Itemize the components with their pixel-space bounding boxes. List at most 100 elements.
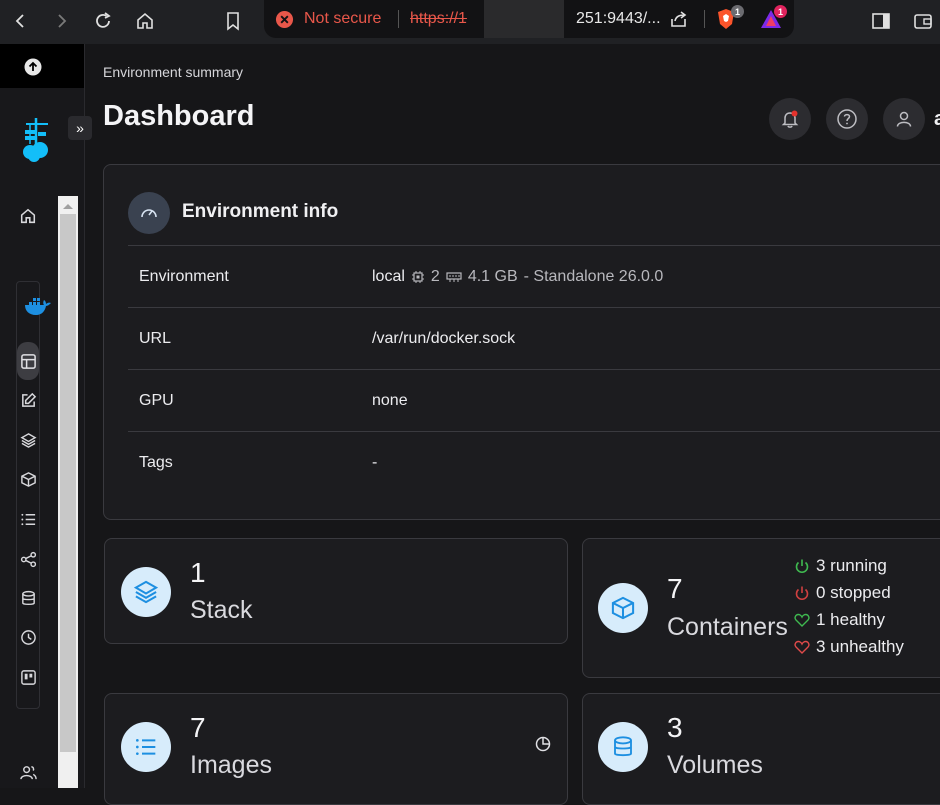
- browser-toolbar: Not secure https://1 251:9443/... 1 1: [0, 0, 940, 44]
- reload-button[interactable]: [90, 8, 116, 34]
- containers-tile[interactable]: 7 Containers 3 running 0 stopped 1 healt…: [582, 538, 940, 678]
- images-label: Images: [190, 751, 272, 779]
- address-bar[interactable]: Not secure https://1 251:9443/... 1 1: [264, 0, 794, 38]
- stack-count: 1: [190, 557, 206, 588]
- volumes-label: Volumes: [667, 751, 763, 779]
- upgrade-banner[interactable]: [0, 44, 84, 88]
- stopped-status: 0 stopped: [794, 583, 891, 603]
- bookmark-icon: [227, 12, 239, 31]
- running-status: 3 running: [794, 556, 887, 576]
- layers-icon: [19, 432, 37, 448]
- users-icon: [19, 765, 37, 779]
- omnibox-divider: [398, 10, 399, 28]
- user-menu-button[interactable]: [883, 98, 925, 140]
- cpu-icon: [411, 271, 424, 283]
- security-label: Not secure: [304, 10, 382, 27]
- scroll-up-arrow-icon[interactable]: [62, 202, 74, 210]
- wallet-button[interactable]: [910, 8, 936, 34]
- edit-icon: [21, 392, 36, 407]
- username-label[interactable]: a: [934, 108, 940, 131]
- chevron-right-icon: [58, 14, 67, 28]
- containers-label: Containers: [667, 613, 788, 641]
- cpu-count: 2: [430, 268, 440, 285]
- env-row-url: URL /var/run/docker.sock: [128, 307, 940, 370]
- stack-tile[interactable]: 1 Stack: [104, 538, 568, 644]
- sidebar-item-users[interactable]: [18, 762, 38, 782]
- sidebar-item-home[interactable]: [18, 206, 38, 226]
- share-icon[interactable]: [669, 9, 689, 29]
- env-row-environment: Environment local 2 4.1 GB - Standalone …: [128, 245, 940, 308]
- row-key: URL: [139, 330, 172, 347]
- power-icon: [795, 559, 809, 574]
- row-key: Environment: [139, 268, 229, 285]
- card-title: Environment info: [182, 201, 339, 222]
- home-button[interactable]: [132, 8, 158, 34]
- bookmark-button[interactable]: [220, 8, 246, 34]
- box-icon: [598, 583, 648, 633]
- database-icon: [598, 722, 648, 772]
- database-icon: [21, 590, 35, 605]
- row-key: Tags: [139, 454, 173, 471]
- memory-icon: [446, 272, 462, 282]
- gauge-icon: [128, 192, 170, 234]
- sidebar-item-dashboard[interactable]: [18, 351, 38, 371]
- volumes-count: 3: [667, 712, 683, 743]
- sidebar-toggle-button[interactable]: [868, 8, 894, 34]
- help-button[interactable]: [826, 98, 868, 140]
- breadcrumb: Environment summary: [103, 64, 244, 80]
- images-count: 7: [190, 712, 206, 743]
- row-value: none: [372, 392, 408, 409]
- sidebar-item-images[interactable]: [18, 509, 38, 529]
- power-icon: [795, 586, 809, 601]
- sidebar-item-volumes[interactable]: [18, 588, 38, 608]
- stack-label: Stack: [190, 596, 253, 624]
- row-value: -: [372, 454, 378, 471]
- notifications-button[interactable]: [769, 98, 811, 140]
- board-icon: [20, 669, 36, 685]
- reload-icon: [96, 12, 111, 28]
- row-value: /var/run/docker.sock: [372, 330, 516, 347]
- row-value: local 2 4.1 GB - Standalone 26.0.0: [372, 268, 663, 286]
- back-button[interactable]: [8, 8, 34, 34]
- sidebar-item-templates[interactable]: [18, 390, 38, 410]
- environment-detail: - Standalone 26.0.0: [523, 268, 664, 285]
- url-redaction: [484, 0, 564, 38]
- docker-environment-icon[interactable]: [24, 296, 52, 316]
- brave-badge: 1: [731, 5, 744, 18]
- images-tile[interactable]: 7 Images: [104, 693, 568, 805]
- sidebar-expand-button[interactable]: »: [68, 116, 92, 140]
- list-icon: [20, 513, 35, 525]
- sidebar-item-networks[interactable]: [18, 549, 38, 569]
- omnibox-divider: [704, 10, 705, 28]
- url-scheme: https://1: [410, 10, 467, 27]
- environment-name: local: [372, 268, 405, 285]
- share-network-icon: [20, 551, 36, 567]
- sidebar-panel-icon: [872, 13, 890, 29]
- chevron-left-icon: [15, 14, 24, 28]
- sidebar-item-events[interactable]: [18, 627, 38, 647]
- wallet-icon: [914, 14, 932, 29]
- rewards-badge: 1: [774, 5, 787, 18]
- sidebar-item-containers[interactable]: [18, 469, 38, 489]
- layers-icon: [121, 567, 171, 617]
- sidebar-item-stacks[interactable]: [18, 430, 38, 450]
- containers-count: 7: [667, 573, 683, 604]
- healthy-status: 1 healthy: [794, 610, 885, 630]
- dashboard-layout-icon: [20, 353, 36, 369]
- box-icon: [20, 471, 36, 487]
- env-row-tags: Tags -: [128, 431, 940, 494]
- sidebar-scrollbar-thumb[interactable]: [60, 214, 76, 752]
- double-chevron-right-icon: »: [76, 120, 84, 136]
- sidebar-item-host[interactable]: [18, 667, 38, 687]
- portainer-logo-icon[interactable]: [20, 116, 54, 162]
- arrow-up-circle-icon: [24, 58, 42, 76]
- forward-button[interactable]: [48, 8, 74, 34]
- home-icon: [20, 208, 36, 224]
- memory-size: 4.1 GB: [467, 268, 518, 285]
- unhealthy-status: 3 unhealthy: [794, 637, 904, 657]
- heart-icon: [794, 640, 810, 654]
- home-icon: [137, 12, 153, 29]
- volumes-tile[interactable]: 3 Volumes: [582, 693, 940, 805]
- user-icon: [896, 111, 912, 127]
- page-title: Dashboard: [103, 100, 255, 132]
